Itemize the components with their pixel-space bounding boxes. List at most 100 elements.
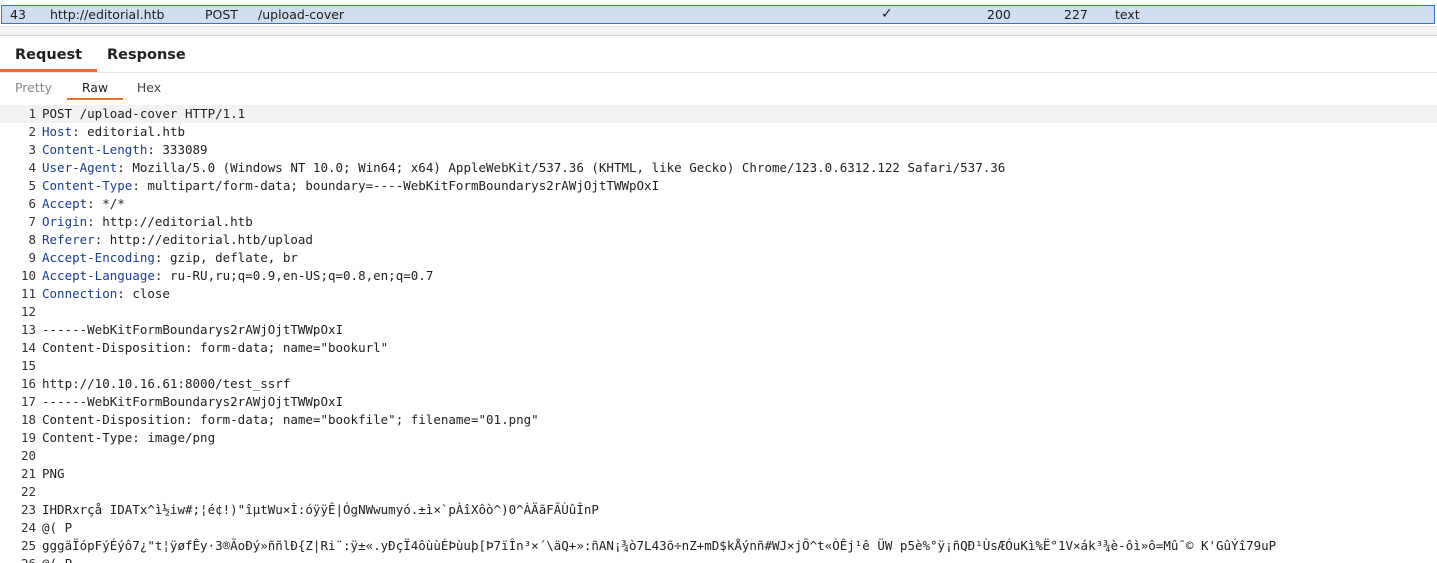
header-value: : close bbox=[117, 286, 170, 301]
header-name: Origin bbox=[42, 214, 88, 229]
line-text: @( P bbox=[42, 556, 72, 563]
line-text: POST /upload-cover HTTP/1.1 bbox=[42, 106, 246, 121]
editor-line[interactable]: 25 gggäÏópFýÉýô7¿"t¦ÿøfÊy·3®ÃoÐý»ññlÐ{Z|R… bbox=[0, 537, 1437, 555]
editor-line[interactable]: 8 Referer: http://editorial.htb/upload bbox=[0, 231, 1437, 249]
header-value: : http://editorial.htb/upload bbox=[94, 232, 313, 247]
line-number: 26 bbox=[0, 555, 42, 563]
proxy-history-table: 43 http://editorial.htb POST /upload-cov… bbox=[0, 0, 1437, 38]
header-value: : */* bbox=[87, 196, 125, 211]
editor-line[interactable]: 23 IHDRxrçå IDATx^ì½iw#;¦é¢!)"îµtWu×Ì:óÿÿ… bbox=[0, 501, 1437, 519]
line-number: 4 bbox=[28, 160, 36, 175]
message-tabs: Request Response bbox=[0, 40, 1437, 73]
editor-line[interactable]: 11 Connection: close bbox=[0, 285, 1437, 303]
line-text: PNG bbox=[42, 466, 65, 481]
history-row-url: /upload-cover bbox=[258, 7, 345, 22]
line-number: 19 bbox=[20, 430, 36, 445]
editor-line[interactable]: 4 User-Agent: Mozilla/5.0 (Windows NT 10.… bbox=[0, 159, 1437, 177]
header-name: Content-Type bbox=[42, 178, 133, 193]
line-text: ------WebKitFormBoundarys2rAWjOjtTWWpOxI bbox=[42, 394, 344, 409]
header-name: Accept-Encoding bbox=[42, 250, 155, 265]
history-row-status: 200 bbox=[987, 7, 1011, 22]
app-root: { "history": { "row": { "num": "43", "ho… bbox=[0, 0, 1437, 563]
header-value: : 333089 bbox=[147, 142, 208, 157]
history-row-method: POST bbox=[205, 7, 238, 22]
header-name: User-Agent bbox=[42, 160, 118, 175]
header-name: Connection bbox=[42, 286, 118, 301]
line-number: 17 bbox=[20, 394, 36, 409]
line-number: 23 bbox=[20, 502, 36, 517]
editor-line[interactable]: 7 Origin: http://editorial.htb bbox=[0, 213, 1437, 231]
line-number: 13 bbox=[20, 322, 36, 337]
editor-line[interactable]: 19 Content-Type: image/png bbox=[0, 429, 1437, 447]
line-text: Content-Type: image/png bbox=[42, 430, 216, 445]
header-value: : Mozilla/5.0 (Windows NT 10.0; Win64; x… bbox=[117, 160, 1006, 175]
editor-line[interactable]: 21 PNG bbox=[0, 465, 1437, 483]
header-value: : ru-RU,ru;q=0.9,en-US;q=0.8,en;q=0.7 bbox=[154, 268, 434, 283]
line-text: ------WebKitFormBoundarys2rAWjOjtTWWpOxI bbox=[42, 322, 344, 337]
checkmark-icon: ✓ bbox=[881, 6, 893, 22]
editor-line[interactable]: 12 bbox=[0, 303, 1437, 321]
line-number: 5 bbox=[28, 178, 36, 193]
editor-line[interactable]: 3 Content-Length: 333089 bbox=[0, 141, 1437, 159]
line-number: 18 bbox=[20, 412, 36, 427]
editor-line[interactable]: 14 Content-Disposition: form-data; name="… bbox=[0, 339, 1437, 357]
editor-line[interactable]: 2 Host: editorial.htb bbox=[0, 123, 1437, 141]
line-number: 15 bbox=[20, 358, 36, 373]
header-name: Referer bbox=[42, 232, 95, 247]
editor-line[interactable]: 10 Accept-Language: ru-RU,ru;q=0.9,en-US;… bbox=[0, 267, 1437, 285]
tab-pretty[interactable]: Pretty bbox=[0, 77, 67, 99]
line-number: 8 bbox=[28, 232, 36, 247]
editor-line[interactable]: 17 ------WebKitFormBoundarys2rAWjOjtTWWpO… bbox=[0, 393, 1437, 411]
editor-line[interactable]: 26@( P bbox=[0, 555, 1437, 563]
line-number: 12 bbox=[20, 304, 36, 319]
editor-line[interactable]: 13 ------WebKitFormBoundarys2rAWjOjtTWWpO… bbox=[0, 321, 1437, 339]
tab-raw[interactable]: Raw bbox=[67, 77, 123, 100]
editor-line[interactable]: 5 Content-Type: multipart/form-data; boun… bbox=[0, 177, 1437, 195]
editor-line[interactable]: 16 http://10.10.16.61:8000/test_ssrf bbox=[0, 375, 1437, 393]
tab-response[interactable]: Response bbox=[92, 40, 201, 71]
tab-hex[interactable]: Hex bbox=[123, 77, 175, 99]
editor-line[interactable]: 15 bbox=[0, 357, 1437, 375]
editor-line[interactable]: 1 POST /upload-cover HTTP/1.1 bbox=[0, 105, 1437, 123]
editor-line[interactable]: 9 Accept-Encoding: gzip, deflate, br bbox=[0, 249, 1437, 267]
editor-line[interactable]: 18 Content-Disposition: form-data; name="… bbox=[0, 411, 1437, 429]
editor-line[interactable]: 22 bbox=[0, 483, 1437, 501]
horizontal-scrollbar[interactable] bbox=[0, 26, 1437, 36]
line-text: Content-Disposition: form-data; name="bo… bbox=[42, 412, 539, 427]
header-name: Host bbox=[42, 124, 73, 139]
line-number: 25 bbox=[20, 538, 36, 553]
editor-line[interactable]: 6 Accept: */* bbox=[0, 195, 1437, 213]
history-row-mime: text bbox=[1115, 7, 1140, 22]
line-number: 22 bbox=[20, 484, 36, 499]
header-name: Accept-Language bbox=[42, 268, 155, 283]
tab-request[interactable]: Request bbox=[0, 40, 98, 72]
history-row-length: 227 bbox=[1064, 7, 1088, 22]
header-name: Content-Length bbox=[42, 142, 148, 157]
request-editor[interactable]: 1 POST /upload-cover HTTP/1.1 2 Host: edito… bbox=[0, 105, 1437, 563]
header-name: Accept bbox=[42, 196, 88, 211]
editor-line[interactable]: 20 bbox=[0, 447, 1437, 465]
line-number: 16 bbox=[20, 376, 36, 391]
editor-line[interactable]: 24 @( P bbox=[0, 519, 1437, 537]
line-number: 24 bbox=[20, 520, 36, 535]
line-number: 11 bbox=[20, 286, 36, 301]
line-number: 1 bbox=[28, 106, 36, 121]
header-value: : http://editorial.htb bbox=[87, 214, 253, 229]
line-number: 10 bbox=[20, 268, 36, 283]
line-number: 9 bbox=[28, 250, 36, 265]
line-number: 14 bbox=[20, 340, 36, 355]
history-row-number: 43 bbox=[10, 7, 26, 22]
line-number: 6 bbox=[28, 196, 36, 211]
line-text: gggäÏópFýÉýô7¿"t¦ÿøfÊy·3®ÃoÐý»ññlÐ{Z|Ri¨… bbox=[42, 538, 1277, 553]
line-number: 20 bbox=[20, 448, 36, 463]
line-number: 7 bbox=[28, 214, 36, 229]
header-value: : editorial.htb bbox=[72, 124, 185, 139]
line-text: @( P bbox=[42, 520, 73, 535]
line-text: http://10.10.16.61:8000/test_ssrf bbox=[42, 376, 291, 391]
header-value: : gzip, deflate, br bbox=[154, 250, 298, 265]
view-mode-tabs: Pretty Raw Hex bbox=[0, 77, 1437, 101]
history-row-selected[interactable]: 43 http://editorial.htb POST /upload-cov… bbox=[1, 5, 1435, 24]
header-value: : multipart/form-data; boundary=----WebK… bbox=[132, 178, 660, 193]
line-text: IHDRxrçå IDATx^ì½iw#;¦é¢!)"îµtWu×Ì:óÿÿÊ|… bbox=[42, 502, 599, 517]
line-number: 21 bbox=[20, 466, 36, 481]
